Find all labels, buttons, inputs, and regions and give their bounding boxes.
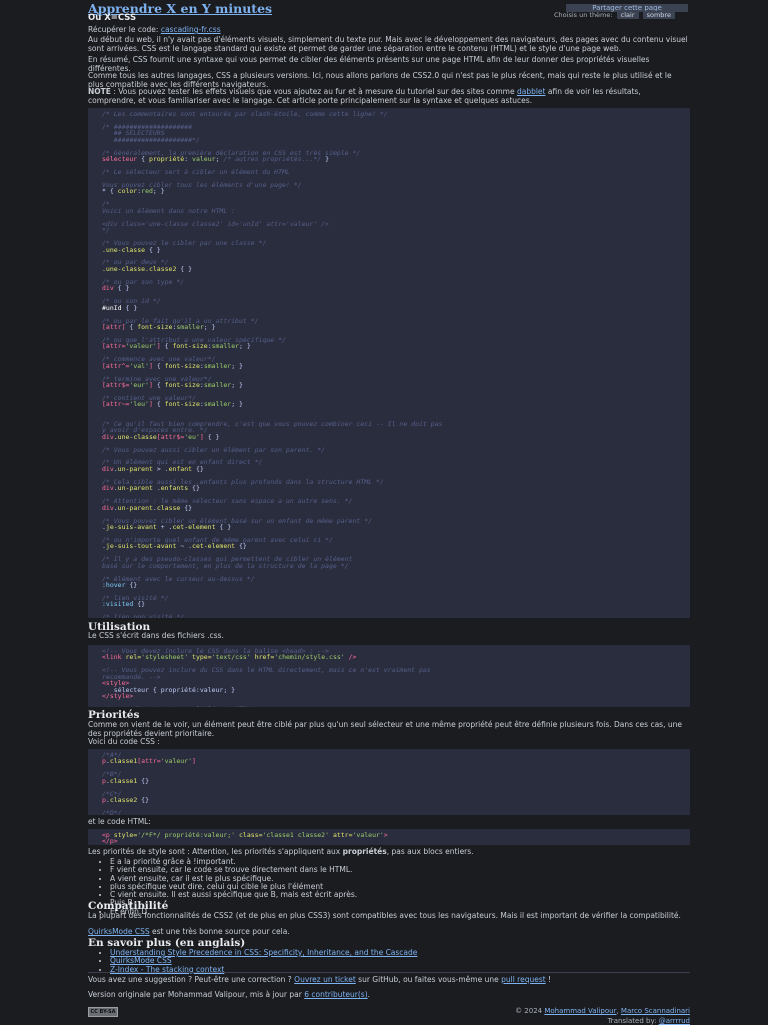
copyright-prefix: © 2024: [515, 1007, 545, 1015]
priority-order-before: Les priorités de style sont : Attention,…: [88, 847, 343, 856]
original-after: .: [367, 990, 371, 999]
theme-light-button[interactable]: clair: [616, 11, 639, 19]
priority-code-intro: Voici du code CSS :: [88, 737, 160, 746]
license-badge[interactable]: CC BY-SA: [88, 1007, 118, 1017]
suggest-after: !: [545, 975, 552, 984]
list-item: C vient ensuite. Il est aussi spécifique…: [110, 890, 690, 899]
footer-divider: [88, 972, 690, 973]
html-code-intro: et le code HTML:: [88, 817, 151, 826]
original-version-text: Version originale par Mohammad Valipour,…: [88, 990, 688, 1000]
suggest-before: Vous avez une suggestion ? Peut-être une…: [88, 975, 295, 984]
theme-switcher: Choisis un thème: clair sombre: [554, 11, 675, 19]
compat-source: QuirksMode CSS est une très bonne source…: [88, 927, 688, 937]
author-link-1[interactable]: Mohammad Valipour: [544, 1007, 616, 1015]
priority-text: Comme on vient de le voir, un élément pe…: [88, 720, 682, 738]
priority-order-bold: propriétés: [342, 847, 387, 856]
list-item: Puis B: [110, 899, 690, 908]
priority-html-code: <p style='/*F*/ propriété:valeur;' class…: [102, 831, 388, 845]
priority-css-block: /*A*/ p.classe1[attr='valeur'] /*B*/ p.c…: [88, 749, 690, 815]
theme-dark-button[interactable]: sombre: [642, 11, 675, 19]
priority-list: E a la priorité grâce à !important. F vi…: [100, 857, 690, 916]
priority-order-after: , pas aux blocs entiers.: [386, 847, 474, 856]
source-prefix: Récupérer le code:: [88, 25, 161, 34]
contributors-link[interactable]: 6 contributeur(s): [304, 990, 367, 999]
source-link[interactable]: cascading-fr.css: [161, 25, 221, 34]
more-links-list: Understanding Style Precedence in CSS: S…: [100, 948, 690, 974]
compat-source-after: est une très bonne source pour cela.: [149, 927, 290, 936]
source-line: Récupérer le code: cascading-fr.css: [88, 25, 688, 35]
compat-text: La plupart des fonctionnalités de CSS2 (…: [88, 911, 681, 920]
note-paragraph: NOTE : Vous pouvez tester les effets vis…: [88, 87, 688, 105]
list-item: Understanding Style Precedence in CSS: S…: [110, 948, 690, 957]
css-code: /* Les commentaires sont entourés par sl…: [102, 110, 443, 618]
intro-paragraph-1: Au début du web, il n'y avait pas d'élém…: [88, 35, 688, 53]
usage-code: <!-- Vous devez inclure le CSS dans la b…: [102, 647, 431, 707]
priority-html-block: <p style='/*F*/ propriété:valeur;' class…: [88, 829, 690, 845]
suggest-mid: sur GitHub, ou faites vous-même une: [355, 975, 502, 984]
usage-text: Le CSS s'écrit dans des fichiers .css.: [88, 631, 224, 640]
suggestion-text: Vous avez une suggestion ? Peut-être une…: [88, 975, 688, 985]
priority-order-text: Les priorités de style sont : Attention,…: [88, 847, 688, 857]
css-code-block: /* Les commentaires sont entourés par sl…: [88, 108, 690, 618]
copyright-line: © 2024 Mohammad Valipour, Marco Scannadi…: [515, 1007, 690, 1015]
pull-request-link[interactable]: pull request: [501, 975, 546, 984]
quirksmode-link[interactable]: QuirksMode CSS: [88, 927, 150, 936]
theme-label: Choisis un thème:: [554, 11, 613, 19]
original-before: Version originale par Mohammad Valipour,…: [88, 990, 305, 999]
open-ticket-link[interactable]: Ouvrez un ticket: [294, 975, 356, 984]
priority-css-code: /*A*/ p.classe1[attr='valeur'] /*B*/ p.c…: [102, 751, 196, 815]
author-link-2[interactable]: Marco Scannadinari: [621, 1007, 690, 1015]
usage-code-block: <!-- Vous devez inclure le CSS dans la b…: [88, 645, 690, 707]
page-subtitle: Où X=CSS: [88, 13, 137, 23]
